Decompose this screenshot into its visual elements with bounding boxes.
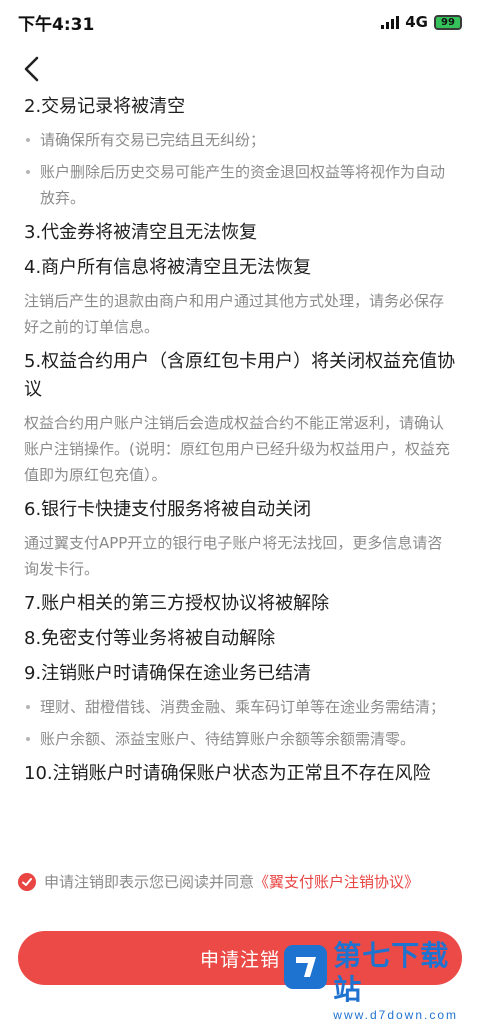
agreement-prefix: 申请注销即表示您已阅读并同意 xyxy=(44,873,255,891)
section-title: 9.注销账户时请确保在途业务已结清 xyxy=(24,663,312,684)
bullet-list: 理财、甜橙借钱、消费金融、乘车码订单等在途业务需结清； 账户余额、添益宝账户、待… xyxy=(24,694,456,752)
status-indicators: 4G 99 xyxy=(381,13,462,31)
agreement-link[interactable]: 《翼支付账户注销协议》 xyxy=(254,873,419,891)
watermark-site: www.d7down.com xyxy=(333,1008,459,1022)
watermark-name: 第七下载站 xyxy=(333,939,450,1006)
section-5: 5.权益合约用户（含原红包卡用户）将关闭权益充值协议 权益合约用户账户注销后会造… xyxy=(24,348,456,488)
section-title: 10.注销账户时请确保账户状态为正常且不存在风险 xyxy=(24,763,431,784)
status-bar: 下午4:31 4G 99 xyxy=(0,0,480,44)
battery-level: 99 xyxy=(441,16,455,28)
section-7: 7.账户相关的第三方授权协议将被解除 xyxy=(24,590,456,618)
section-title: 2.交易记录将被清空 xyxy=(24,96,186,117)
status-time: 下午4:31 xyxy=(18,14,95,35)
bullet-item: 账户余额、添益宝账户、待结算账户余额等余额需清零。 xyxy=(24,726,456,752)
section-title: 5.权益合约用户（含原红包卡用户）将关闭权益充值协议 xyxy=(24,351,456,400)
back-button[interactable] xyxy=(14,52,48,86)
section-desc: 权益合约用户账户注销后会造成权益合约不能正常返利，请确认账户注销操作。(说明：原… xyxy=(24,414,450,484)
agreement-row: 申请注销即表示您已阅读并同意《翼支付账户注销协议》 xyxy=(18,870,458,894)
section-6: 6.银行卡快捷支付服务将被自动关闭 通过翼支付APP开立的银行电子账户将无法找回… xyxy=(24,496,456,582)
bullet-list: 请确保所有交易已完结且无纠纷； 账户删除后历史交易可能产生的资金退回权益等将视作… xyxy=(24,127,456,211)
section-title: 7.账户相关的第三方授权协议将被解除 xyxy=(24,593,330,614)
section-9: 9.注销账户时请确保在途业务已结清 理财、甜橙借钱、消费金融、乘车码订单等在途业… xyxy=(24,660,456,752)
signal-icon xyxy=(381,15,400,29)
section-desc: 注销后产生的退款由商户和用户通过其他方式处理，请务必保存好之前的订单信息。 xyxy=(24,292,445,336)
watermark-icon xyxy=(284,945,328,989)
section-title: 4.商户所有信息将被清空且无法恢复 xyxy=(24,257,312,278)
section-title: 6.银行卡快捷支付服务将被自动关闭 xyxy=(24,499,312,520)
notice-content[interactable]: 2.交易记录将被清空 请确保所有交易已完结且无纠纷； 账户删除后历史交易可能产生… xyxy=(0,86,480,891)
section-2: 2.交易记录将被清空 请确保所有交易已完结且无纠纷； 账户删除后历史交易可能产生… xyxy=(24,93,456,211)
section-3: 3.代金券将被清空且无法恢复 xyxy=(24,219,456,247)
section-10: 10.注销账户时请确保账户状态为正常且不存在风险 xyxy=(24,760,456,788)
agreement-text: 申请注销即表示您已阅读并同意《翼支付账户注销协议》 xyxy=(44,870,419,894)
check-icon xyxy=(22,878,32,886)
chevron-left-icon xyxy=(24,56,39,82)
bullet-item: 账户删除后历史交易可能产生的资金退回权益等将视作为自动放弃。 xyxy=(24,159,456,211)
submit-label: 申请注销 xyxy=(199,948,280,971)
bullet-item: 请确保所有交易已完结且无纠纷； xyxy=(24,127,456,153)
section-title: 3.代金券将被清空且无法恢复 xyxy=(24,222,258,243)
section-desc: 通过翼支付APP开立的银行电子账户将无法找回，更多信息请咨询发卡行。 xyxy=(24,534,443,578)
bullet-item: 理财、甜橙借钱、消费金融、乘车码订单等在途业务需结清； xyxy=(24,694,456,720)
section-4: 4.商户所有信息将被清空且无法恢复 注销后产生的退款由商户和用户通过其他方式处理… xyxy=(24,254,456,340)
battery-icon: 99 xyxy=(434,14,462,30)
checkbox-checked-icon[interactable] xyxy=(18,873,36,891)
section-8: 8.免密支付等业务将被自动解除 xyxy=(24,625,456,653)
network-type: 4G xyxy=(405,13,428,31)
section-title: 8.免密支付等业务将被自动解除 xyxy=(24,628,276,649)
watermark-logo: 第七下载站 www.d7down.com xyxy=(284,939,476,1022)
